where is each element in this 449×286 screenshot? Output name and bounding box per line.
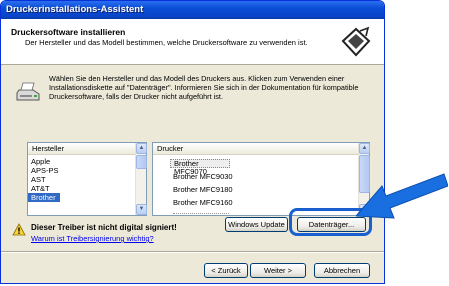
printer-wizard-icon bbox=[341, 26, 371, 57]
wizard-window: Druckerinstallations-Assistent Druckerso… bbox=[0, 0, 385, 284]
warning-icon bbox=[12, 223, 26, 236]
wizard-header: Druckersoftware installieren Der Herstel… bbox=[1, 19, 384, 65]
header-title: Druckersoftware installieren bbox=[11, 27, 126, 37]
header-subtitle: Der Hersteller und das Modell bestimmen,… bbox=[25, 38, 308, 47]
signing-info-link[interactable]: Warum ist Treibersignierung wichtig? bbox=[31, 234, 154, 243]
footer-separator bbox=[1, 251, 384, 253]
list-item[interactable]: AT&T bbox=[28, 184, 136, 193]
next-button[interactable]: Weiter > bbox=[250, 263, 306, 278]
unsigned-driver-warning: Dieser Treiber ist nicht digital signier… bbox=[31, 223, 177, 232]
title-bar: Druckerinstallations-Assistent bbox=[1, 1, 384, 19]
scroll-up-button[interactable]: ▲ bbox=[359, 143, 370, 154]
scroll-thumb[interactable] bbox=[136, 155, 147, 169]
list-item[interactable]: Brother MFC9180 bbox=[170, 185, 233, 194]
back-button[interactable]: < Zurück bbox=[204, 263, 248, 278]
list-item[interactable]: AST bbox=[28, 175, 136, 184]
list-item-selected[interactable]: Brother bbox=[28, 193, 60, 202]
callout-arrow bbox=[356, 173, 448, 219]
list-item[interactable]: Brother MFC9160 bbox=[170, 198, 233, 207]
list-item[interactable]: Brother MFC9030 bbox=[170, 172, 233, 181]
printer-list[interactable]: Drucker Brother MFC9070 Brother MFC9030 … bbox=[152, 142, 370, 216]
scroll-down-button[interactable]: ▼ bbox=[136, 204, 147, 215]
manufacturer-column-header[interactable]: Hersteller bbox=[28, 143, 136, 155]
manufacturer-scrollbar[interactable]: ▲ ▼ bbox=[135, 143, 147, 215]
scroll-up-button[interactable]: ▲ bbox=[136, 143, 147, 154]
list-item[interactable]: Brother MFC9070 bbox=[170, 159, 230, 176]
list-item[interactable]: APS-PS bbox=[28, 166, 136, 175]
windows-update-button[interactable]: Windows Update bbox=[225, 217, 288, 232]
printer-column-header[interactable]: Drucker bbox=[153, 143, 359, 155]
partial-list-item bbox=[173, 213, 229, 216]
list-item[interactable]: Apple bbox=[28, 157, 136, 166]
cancel-button[interactable]: Abbrechen bbox=[314, 263, 370, 278]
instructions-text: Wählen Sie den Hersteller und das Modell… bbox=[49, 74, 359, 101]
manufacturer-list[interactable]: Hersteller Apple APS-PS AST AT&T Brother… bbox=[27, 142, 147, 216]
printer-icon bbox=[16, 82, 40, 101]
